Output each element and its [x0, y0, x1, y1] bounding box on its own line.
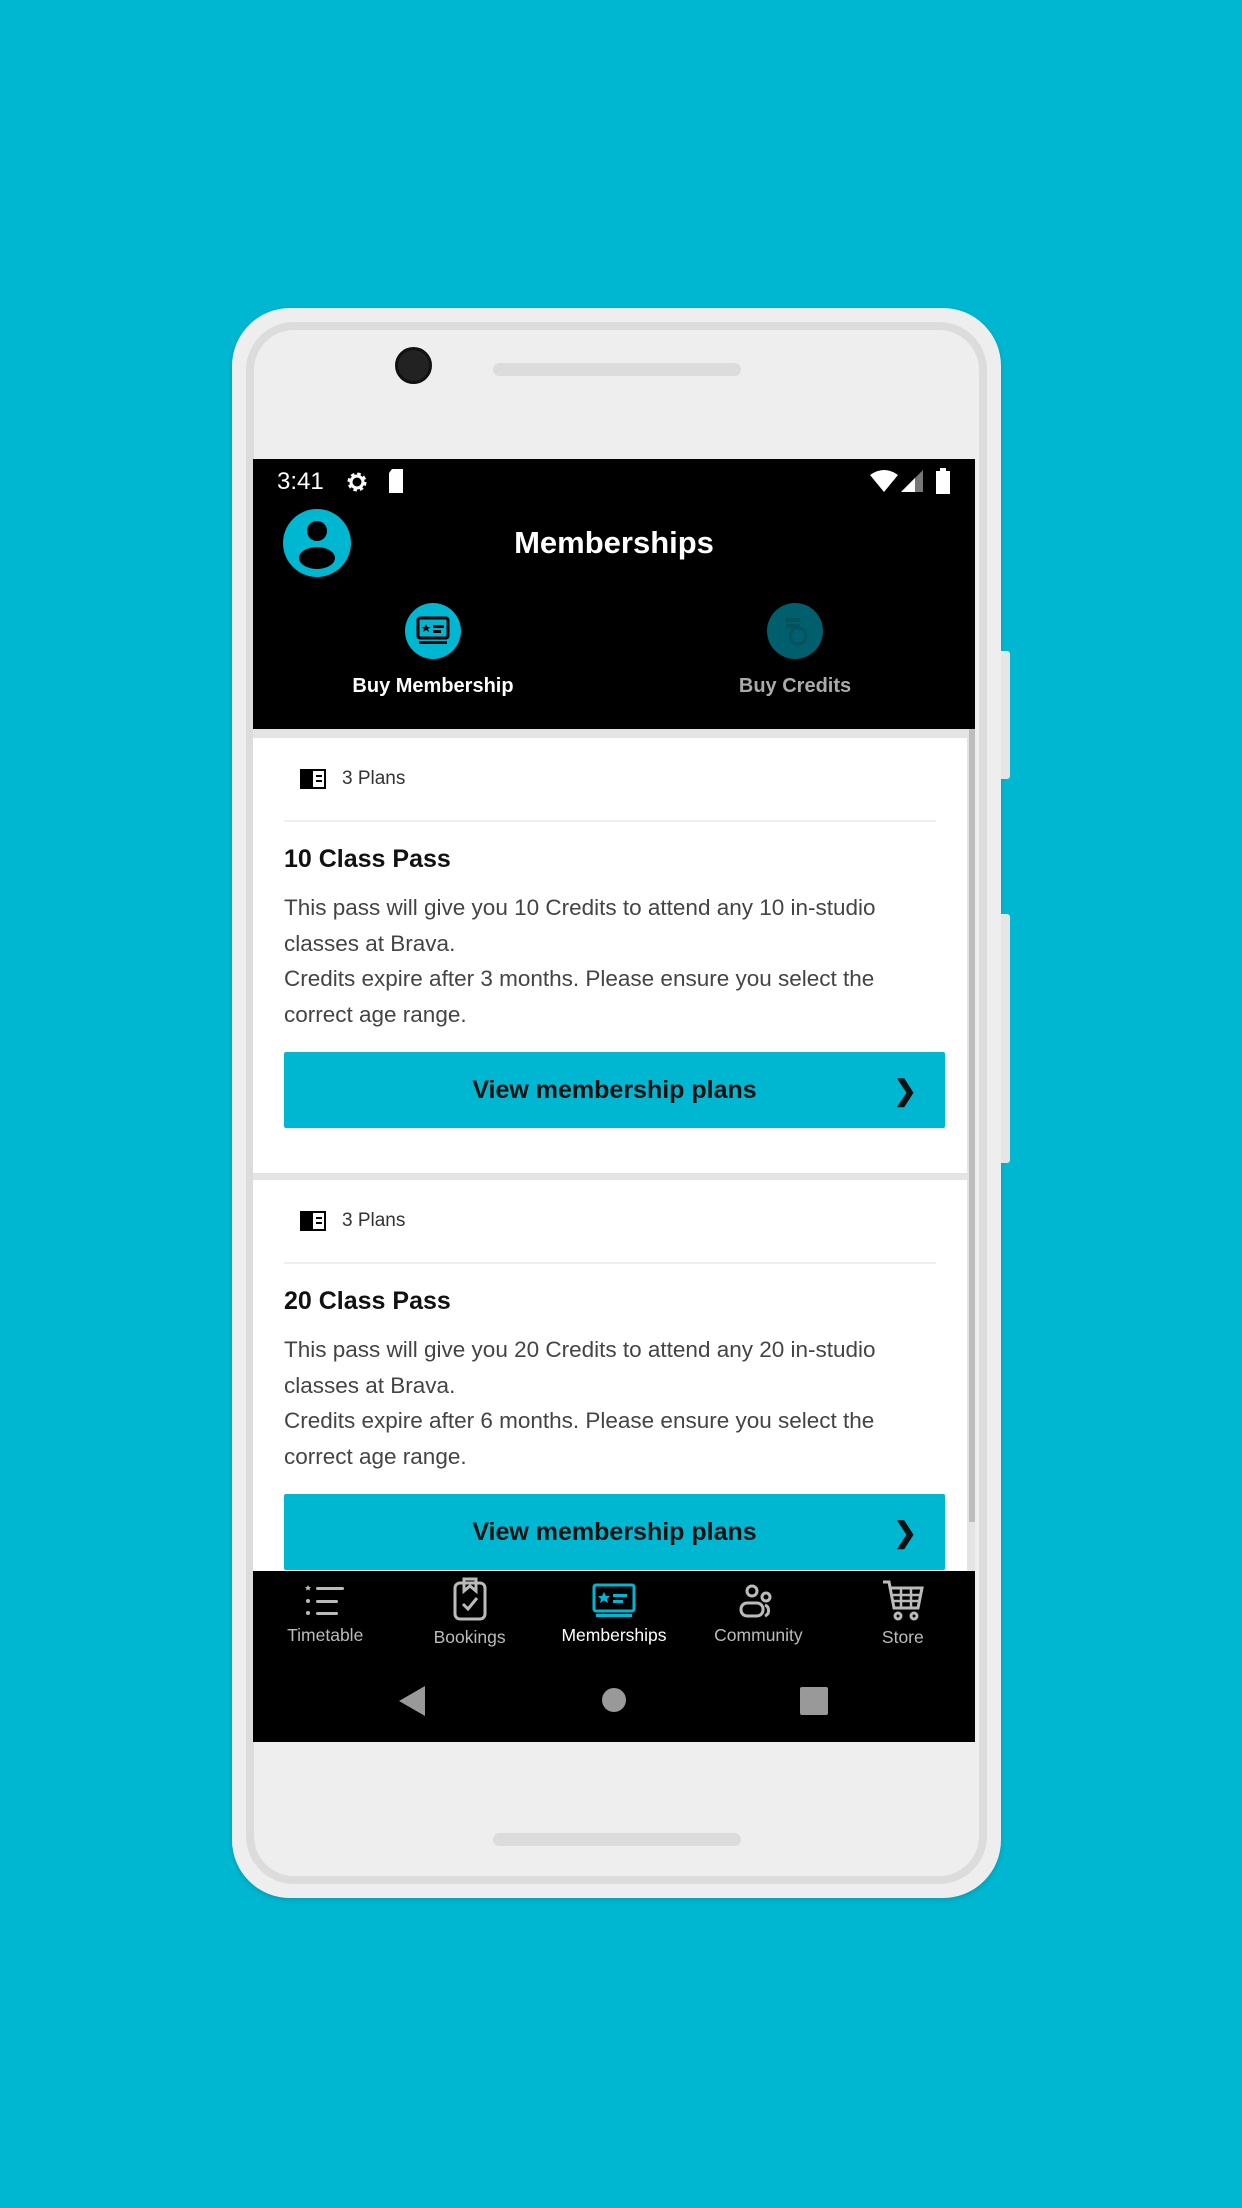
cart-icon [882, 1580, 924, 1621]
nav-label: Memberships [561, 1625, 667, 1645]
status-time: 3:41 [277, 468, 324, 495]
tab-buy-membership[interactable]: Buy Membership [303, 603, 563, 698]
tab-label: Buy Credits [738, 675, 852, 697]
tab-label: Buy Membership [352, 675, 514, 697]
speaker-top [493, 363, 741, 376]
membership-list[interactable]: 3 Plans 10 Class Pass This pass will giv… [253, 729, 975, 1571]
plans-count: 3 Plans [300, 1210, 405, 1232]
plans-icon [300, 1211, 326, 1231]
camera [395, 347, 432, 384]
view-membership-plans-button[interactable]: View membership plans ❯ [284, 1052, 945, 1128]
nav-community[interactable]: Community [686, 1571, 830, 1669]
status-bar: 3:41 [253, 459, 975, 507]
button-label: View membership plans [472, 1517, 757, 1546]
membership-card-icon [592, 1583, 636, 1617]
clipboard-check-icon [453, 1577, 487, 1621]
tab-buy-credits[interactable]: Buy Credits [665, 603, 925, 698]
view-membership-plans-button[interactable]: View membership plans ❯ [284, 1494, 945, 1570]
nav-label: Bookings [433, 1627, 506, 1647]
card-title: 10 Class Pass [284, 845, 451, 873]
battery-icon [936, 468, 950, 494]
system-nav-bar [253, 1669, 975, 1742]
nav-label: Community [714, 1625, 803, 1645]
chevron-right-icon: ❯ [893, 1075, 917, 1106]
gear-icon [347, 472, 367, 492]
plans-label: 3 Plans [342, 768, 406, 789]
chevron-right-icon: ❯ [893, 1517, 917, 1548]
button-label: View membership plans [472, 1075, 757, 1104]
nav-store[interactable]: Store [831, 1571, 975, 1669]
back-icon[interactable] [399, 1686, 427, 1716]
divider [284, 820, 936, 822]
bottom-nav: Timetable Bookings Memberships Community… [253, 1571, 975, 1669]
plans-count: 3 Plans [300, 768, 405, 790]
card-description: This pass will give you 20 Credits to at… [284, 1332, 944, 1474]
recents-icon[interactable] [800, 1687, 828, 1715]
wifi-icon [870, 470, 898, 492]
scrollbar[interactable] [969, 729, 975, 1522]
divider [284, 1262, 936, 1264]
nav-label: Store [881, 1627, 924, 1647]
description-line: Credits expire after 3 months. Please en… [284, 966, 875, 1027]
people-icon [739, 1584, 772, 1618]
page-title: Memberships [514, 525, 714, 560]
membership-card: 3 Plans 10 Class Pass This pass will giv… [253, 738, 967, 1173]
screen: 3:41 Memberships Buy Membership Buy Cred… [253, 459, 975, 1742]
description-line: This pass will give you 10 Credits to at… [284, 895, 876, 956]
app-header: Memberships Buy Membership Buy Credits [253, 507, 975, 729]
volume-button [1001, 914, 1010, 1163]
plans-label: 3 Plans [342, 1210, 406, 1231]
nav-memberships[interactable]: Memberships [542, 1571, 686, 1669]
nav-bookings[interactable]: Bookings [397, 1571, 541, 1669]
description-line: This pass will give you 20 Credits to at… [284, 1337, 876, 1398]
card-title: 20 Class Pass [284, 1287, 451, 1315]
description-line: Credits expire after 6 months. Please en… [284, 1408, 875, 1469]
signal-icon [901, 470, 923, 492]
membership-card: 3 Plans 20 Class Pass This pass will giv… [253, 1180, 967, 1571]
nav-timetable[interactable]: Timetable [253, 1571, 397, 1669]
membership-card-icon [416, 616, 450, 644]
credits-icon [786, 618, 808, 646]
plans-icon [300, 769, 326, 789]
home-icon[interactable] [601, 1687, 627, 1713]
card-description: This pass will give you 10 Credits to at… [284, 890, 944, 1032]
sd-card-icon [389, 469, 403, 493]
nav-label: Timetable [287, 1625, 364, 1645]
speaker-bottom [493, 1833, 741, 1846]
list-icon [305, 1585, 345, 1615]
power-button [1001, 651, 1010, 779]
